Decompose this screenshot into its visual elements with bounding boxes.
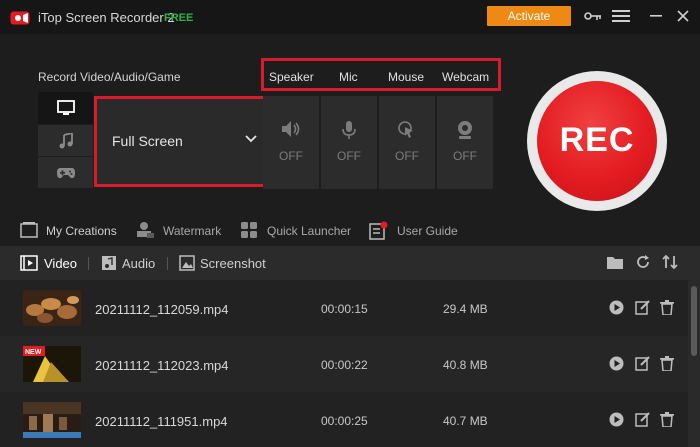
- title-bar: iTop Screen Recorder 2 FREE Activate: [0, 0, 700, 34]
- music-note-icon: [59, 132, 73, 148]
- file-duration: 00:00:25: [321, 414, 368, 428]
- tab-divider: [167, 257, 168, 270]
- capture-area-value: Full Screen: [112, 133, 183, 149]
- quick-launcher-link[interactable]: Quick Launcher: [267, 224, 351, 238]
- chevron-down-icon: [245, 135, 257, 143]
- file-name: 20211112_112059.mp4: [95, 302, 229, 317]
- sources-highlight: [261, 58, 501, 91]
- edit-icon[interactable]: [635, 300, 650, 315]
- play-icon[interactable]: [609, 356, 624, 371]
- screenshot-tab-icon: [179, 255, 195, 271]
- mouse-toggle[interactable]: OFF: [379, 96, 435, 189]
- video-tab-icon: [20, 255, 38, 271]
- tab-video[interactable]: Video: [44, 256, 77, 271]
- menu-icon[interactable]: [612, 9, 630, 23]
- video-thumbnail: [23, 290, 81, 326]
- user-guide-link[interactable]: User Guide: [397, 224, 458, 238]
- speaker-state: OFF: [279, 149, 303, 163]
- webcam-icon: [458, 121, 472, 139]
- webcam-toggle[interactable]: OFF: [437, 96, 493, 189]
- gamepad-icon: [56, 167, 75, 178]
- free-badge: FREE: [164, 12, 194, 24]
- file-name: 20211112_111951.mp4: [95, 414, 228, 429]
- my-creations-icon: [20, 222, 38, 238]
- tab-divider: [88, 257, 89, 270]
- watermark-icon: [137, 222, 154, 238]
- quick-launcher-icon: [241, 222, 257, 238]
- app-title: iTop Screen Recorder 2: [38, 10, 175, 25]
- tab-audio[interactable]: Audio: [122, 256, 155, 271]
- mic-state: OFF: [337, 149, 361, 163]
- scrollbar-thumb[interactable]: [691, 286, 697, 356]
- play-icon[interactable]: [609, 300, 624, 315]
- monitor-icon: [56, 100, 75, 115]
- recordings-list: 20211112_112059.mp4 00:00:15 29.4 MB NEW…: [0, 280, 700, 447]
- capture-area-dropdown[interactable]: Full Screen: [94, 96, 266, 187]
- file-size: 29.4 MB: [443, 302, 488, 316]
- key-icon[interactable]: [584, 10, 602, 22]
- user-guide-icon: [369, 221, 388, 240]
- file-duration: 00:00:22: [321, 358, 368, 372]
- list-item[interactable]: 20211112_112059.mp4 00:00:15 29.4 MB: [0, 280, 688, 336]
- mic-toggle[interactable]: OFF: [321, 96, 377, 189]
- rec-button-label: REC: [559, 121, 635, 159]
- play-icon[interactable]: [609, 412, 624, 427]
- file-size: 40.8 MB: [443, 358, 488, 372]
- video-thumbnail: [23, 402, 81, 438]
- speaker-toggle[interactable]: OFF: [263, 96, 319, 189]
- my-creations-link[interactable]: My Creations: [46, 224, 117, 238]
- media-tabs-bar: Video Audio Screenshot: [0, 246, 700, 280]
- file-size: 40.7 MB: [443, 414, 488, 428]
- record-section-label: Record Video/Audio/Game: [38, 70, 181, 84]
- list-scrollbar[interactable]: [688, 280, 700, 447]
- trash-icon[interactable]: [660, 412, 674, 427]
- mouse-state: OFF: [395, 149, 419, 163]
- file-name: 20211112_112023.mp4: [95, 358, 229, 373]
- new-badge: NEW: [25, 349, 42, 356]
- mode-game[interactable]: [38, 157, 93, 188]
- file-duration: 00:00:15: [321, 302, 368, 316]
- tab-screenshot[interactable]: Screenshot: [200, 256, 266, 271]
- sort-icon[interactable]: [662, 254, 678, 270]
- speaker-icon: [282, 121, 300, 137]
- minimize-icon[interactable]: [650, 15, 662, 17]
- trash-icon[interactable]: [660, 356, 674, 371]
- list-item[interactable]: 20211112_111951.mp4 00:00:25 40.7 MB: [0, 392, 688, 447]
- audio-tab-icon: [102, 256, 116, 270]
- edit-icon[interactable]: [635, 356, 650, 371]
- video-thumbnail: NEW: [23, 346, 81, 382]
- mode-audio[interactable]: [38, 125, 93, 156]
- refresh-icon[interactable]: [635, 254, 651, 270]
- edit-icon[interactable]: [635, 412, 650, 427]
- activate-button[interactable]: Activate: [487, 6, 571, 26]
- trash-icon[interactable]: [660, 300, 674, 315]
- folder-icon[interactable]: [606, 255, 624, 270]
- mic-icon: [342, 121, 356, 139]
- list-item[interactable]: NEW 20211112_112023.mp4 00:00:22 40.8 MB: [0, 336, 688, 392]
- webcam-state: OFF: [453, 149, 477, 163]
- close-icon[interactable]: [677, 10, 689, 22]
- mode-screen[interactable]: [38, 92, 93, 124]
- mouse-icon: [398, 121, 413, 138]
- app-logo-icon: [10, 11, 30, 25]
- watermark-link[interactable]: Watermark: [163, 224, 221, 238]
